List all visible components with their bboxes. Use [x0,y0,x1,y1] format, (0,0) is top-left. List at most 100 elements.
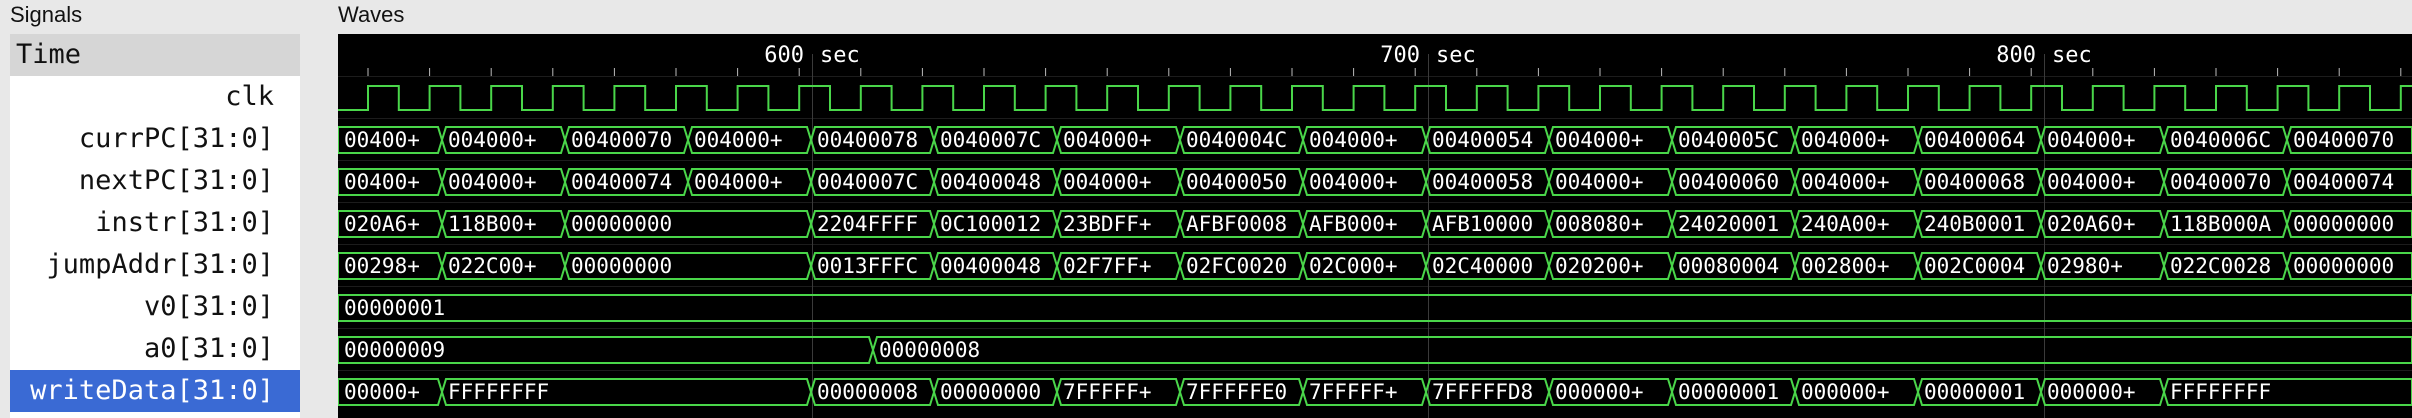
bus-value: 004000+ [448,128,537,152]
bus-value: 004000+ [2047,170,2136,194]
bus-value: 0013FFFC [817,254,918,278]
bus-value: 00000000 [940,380,1041,404]
bus-value: 02FC0020 [1186,254,1287,278]
signal-row-a0[interactable]: a0[31:0] [10,328,300,370]
bus-value: 000000+ [1801,380,1890,404]
bus-value: 022C0028 [2170,254,2271,278]
bus-value: 7FFFFFD8 [1432,380,1533,404]
bus-value: 004000+ [694,170,783,194]
bus-value: 2204FFFF [817,212,918,236]
bus-value: 004000+ [448,170,537,194]
bus-segment [338,294,2412,322]
bus-value: 004000+ [2047,128,2136,152]
bus-a0: 00000009 00000008 [338,336,2412,364]
bus-segment [871,336,2412,364]
bus-value: 00000000 [571,212,672,236]
bus-value: 00400078 [817,128,918,152]
bus-value: 004000+ [1063,128,1152,152]
bus-value: 008080+ [1555,212,1644,236]
time-marker-unit: sec [2052,43,2092,68]
bus-value: AFB10000 [1432,212,1533,236]
bus-value: 00000009 [344,338,445,362]
signal-row-jumpaddr[interactable]: jumpAddr[31:0] [10,244,300,286]
bus-value: 02F7FF+ [1063,254,1152,278]
bus-value: 00400074 [571,170,672,194]
bus-value: 022C00+ [448,254,537,278]
bus-value: 0040006C [2170,128,2271,152]
bus-value: AFB000+ [1309,212,1398,236]
bus-value: 020200+ [1555,254,1644,278]
bus-value: 0C100012 [940,212,1041,236]
time-header[interactable]: Time [10,34,300,76]
bus-value: 00000000 [2293,212,2394,236]
bus-value: 00000001 [344,296,445,320]
bus-value: 004000+ [1309,170,1398,194]
bus-value: 00000000 [571,254,672,278]
clk-waveform [338,85,2412,111]
time-marker-value: 700 [1380,43,1420,68]
signal-row-nextpc[interactable]: nextPC[31:0] [10,160,300,202]
time-marker-value: 800 [1996,43,2036,68]
signal-row-v0[interactable]: v0[31:0] [10,286,300,328]
bus-value: 00400064 [1924,128,2025,152]
bus-value: 004000+ [1801,170,1890,194]
bus-value: 004000+ [1063,170,1152,194]
time-marker-unit: sec [820,43,860,68]
signal-row-clk[interactable]: clk [10,76,300,118]
bus-value: 00400058 [1432,170,1533,194]
bus-value: 23BDFF+ [1063,212,1152,236]
bus-value: 24020001 [1678,212,1779,236]
bus-value: 004000+ [1801,128,1890,152]
bus-nextpc: 00400+ 004000+ 00400074 004000+ 0040007C 0040… [338,168,2412,196]
signal-row-writedata[interactable]: writeData[31:0] [10,370,300,412]
bus-value: 004000+ [694,128,783,152]
bus-value: 7FFFFF+ [1309,380,1398,404]
bus-value: 00400048 [940,254,1041,278]
signal-row-currpc[interactable]: currPC[31:0] [10,118,300,160]
waveform-canvas[interactable]: 600 sec 700 sec 800 sec 00400+ 004000+ 00400070… [338,34,2412,418]
bus-value: 004000+ [1555,128,1644,152]
bus-value: 0040004C [1186,128,1287,152]
bus-value: 00400070 [2293,128,2394,152]
bus-value: 00400+ [344,128,420,152]
bus-value: 004000+ [1555,170,1644,194]
bus-value: 020A60+ [2047,212,2136,236]
bus-value: FFFFFFFF [2170,380,2271,404]
bus-value: 00400068 [1924,170,2025,194]
bus-value: 00400054 [1432,128,1533,152]
bus-value: 002C0004 [1924,254,2025,278]
bus-value: 02C40000 [1432,254,1533,278]
bus-value: 118B00+ [448,212,537,236]
bus-value: 7FFFFF+ [1063,380,1152,404]
bus-value: 00400060 [1678,170,1779,194]
time-marker-unit: sec [1436,43,1476,68]
bus-value: 004000+ [1309,128,1398,152]
bus-currpc: 00400+ 004000+ 00400070 004000+ 00400078 0040… [338,126,2412,154]
bus-value: 00000001 [1678,380,1779,404]
bus-value: 02980+ [2047,254,2123,278]
bus-value: 00400+ [344,170,420,194]
bus-value: 0040005C [1678,128,1779,152]
bus-instr: 020A6+ 118B00+ 00000000 2204FFFF 0C100012 23B… [338,210,2412,238]
bus-v0: 00000001 [338,294,2412,322]
waveform-viewer[interactable]: 600 sec 700 sec 800 sec 00400+ 004000+ 00400070… [338,34,2412,418]
bus-value: 0040007C [940,128,1041,152]
bus-value: 00400048 [940,170,1041,194]
bus-jumpaddr: 00298+ 022C00+ 00000000 0013FFFC 00400048 02F… [338,252,2412,280]
bus-value: 240A00+ [1801,212,1890,236]
bus-value: 00000+ [344,380,420,404]
bus-value: 240B0001 [1924,212,2025,236]
bus-value: 00400070 [571,128,672,152]
signal-row-instr[interactable]: instr[31:0] [10,202,300,244]
bus-value: 7FFFFFE0 [1186,380,1287,404]
bus-value: 02C000+ [1309,254,1398,278]
waves-panel-title: Waves [338,2,405,27]
bus-value: 00000001 [1924,380,2025,404]
bus-value: FFFFFFFF [448,380,549,404]
signals-panel: Time clk currPC[31:0] nextPC[31:0] instr… [10,34,300,418]
bus-value: 0040007C [817,170,918,194]
bus-value: 00000000 [2293,254,2394,278]
bus-value: 00080004 [1678,254,1779,278]
bus-value: 00400074 [2293,170,2394,194]
bus-value: 00400050 [1186,170,1287,194]
